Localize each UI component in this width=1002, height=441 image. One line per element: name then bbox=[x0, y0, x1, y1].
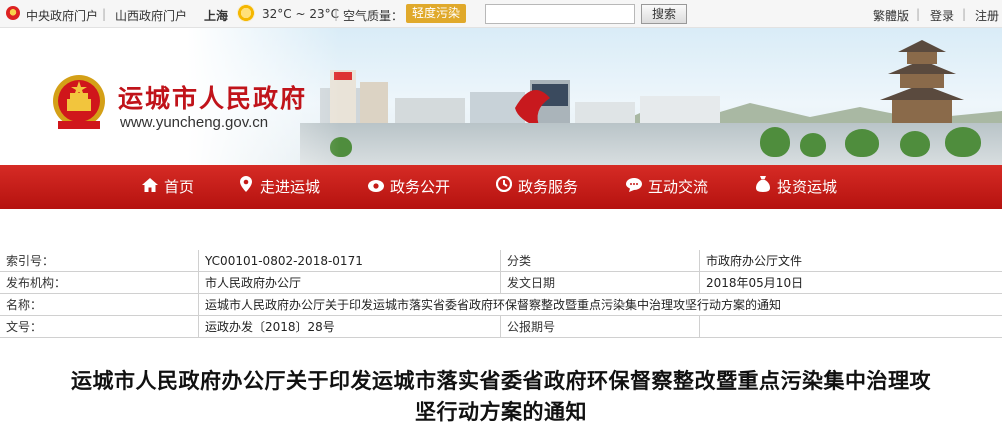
main-navigation: 首页 走进运城 政务公开 政务服务 互动交流 投资运城 bbox=[0, 165, 1002, 209]
publisher-label: 发布机构： bbox=[6, 276, 67, 290]
national-emblem-logo bbox=[53, 75, 105, 129]
service-icon bbox=[495, 166, 513, 210]
publisher-value: 市人民政府办公厅 bbox=[205, 276, 302, 290]
article-title: 运城市人民政府办公厅关于印发运城市落实省委省政府环保督察整改暨重点污染集中治理攻… bbox=[8, 366, 994, 428]
divider: | bbox=[916, 7, 921, 21]
nav-item-label: 走进运城 bbox=[260, 178, 321, 196]
nav-item-invest-yuncheng[interactable]: 投资运城 bbox=[755, 165, 837, 209]
document-metadata-table: 索引号： YC00101-0802-2018-0171 分类 市政府办公厅文件 … bbox=[0, 250, 1002, 338]
header-banner: 运城市人民政府 www.yuncheng.gov.cn bbox=[0, 28, 1002, 165]
search-button[interactable]: 搜索 bbox=[641, 4, 687, 24]
tree bbox=[945, 127, 981, 157]
article-title-line-2: 坚行动方案的通知 bbox=[415, 400, 587, 424]
document-number-value: 运政办发〔2018〕28号 bbox=[205, 320, 335, 334]
document-number-label: 文号： bbox=[6, 320, 43, 334]
login-link[interactable]: 登录 bbox=[930, 7, 954, 24]
nav-item-label: 互动交流 bbox=[648, 178, 709, 196]
search-input[interactable] bbox=[485, 4, 635, 24]
category-value: 市政府办公厅文件 bbox=[706, 254, 803, 268]
traditional-chinese-link[interactable]: 繁體版 bbox=[873, 7, 909, 24]
nav-item-label: 首页 bbox=[164, 178, 195, 196]
shanxi-gov-portal-link[interactable]: 山西政府门户 bbox=[115, 7, 187, 24]
tree bbox=[760, 127, 790, 157]
table-row: 名称： 运城市人民政府办公厅关于印发运城市落实省委省政府环保督察整改暨重点污染集… bbox=[0, 294, 1002, 316]
nav-item-gov-services[interactable]: 政务服务 bbox=[495, 165, 579, 210]
sun-icon bbox=[237, 4, 255, 22]
air-quality-badge: 轻度污染 bbox=[406, 4, 466, 23]
nav-item-about-yuncheng[interactable]: 走进运城 bbox=[238, 165, 320, 209]
index-number-label: 索引号： bbox=[6, 254, 55, 268]
index-number-value: YC00101-0802-2018-0171 bbox=[205, 254, 363, 268]
site-url: www.yuncheng.gov.cn bbox=[120, 114, 269, 131]
money-bag-icon bbox=[755, 166, 771, 210]
divider: | bbox=[334, 7, 339, 21]
table-row: 发布机构： 市人民政府办公厅 发文日期 2018年05月10日 bbox=[0, 272, 1002, 294]
divider: | bbox=[102, 7, 107, 21]
nav-item-label: 政务公开 bbox=[390, 178, 451, 196]
central-gov-portal-link[interactable]: 中央政府门户 bbox=[26, 7, 98, 24]
bulletin-issue-value bbox=[706, 316, 996, 338]
issue-date-value: 2018年05月10日 bbox=[706, 276, 804, 290]
weather-city: 上海 bbox=[204, 9, 229, 23]
location-pin-icon bbox=[238, 166, 254, 210]
category-label: 分类 bbox=[507, 254, 532, 268]
article-title-line-1: 运城市人民政府办公厅关于印发运城市落实省委省政府环保督察整改暨重点污染集中治理攻 bbox=[71, 369, 931, 393]
tree bbox=[845, 129, 879, 157]
national-emblem-icon bbox=[6, 6, 20, 20]
chat-bubble-icon bbox=[626, 166, 642, 210]
plaza-ground bbox=[300, 123, 1002, 165]
top-utility-bar: 中央政府门户 | 山西政府门户 上海 32°C ~ 23°C | 空气质量： 轻… bbox=[0, 0, 1002, 28]
eye-icon bbox=[368, 166, 384, 210]
site-title[interactable]: 运城市人民政府 bbox=[118, 79, 307, 115]
document-name-value: 运城市人民政府办公厅关于印发运城市落实省委省政府环保督察整改暨重点污染集中治理攻… bbox=[205, 298, 782, 312]
nav-item-home[interactable]: 首页 bbox=[142, 165, 194, 209]
nav-item-interaction[interactable]: 互动交流 bbox=[626, 165, 708, 209]
air-quality-label: 空气质量： bbox=[343, 9, 404, 23]
issue-date-label: 发文日期 bbox=[507, 276, 556, 290]
register-link[interactable]: 注册 bbox=[975, 7, 999, 24]
table-row: 文号： 运政办发〔2018〕28号 公报期号 bbox=[0, 316, 1002, 338]
tree bbox=[900, 131, 930, 157]
document-name-label: 名称： bbox=[6, 298, 43, 312]
nav-item-label: 投资运城 bbox=[777, 178, 838, 196]
nav-item-label: 政务服务 bbox=[518, 178, 579, 196]
bulletin-issue-label: 公报期号 bbox=[507, 320, 556, 334]
temperature-text: 32°C ~ 23°C bbox=[262, 7, 339, 21]
nav-item-gov-affairs-disclosure[interactable]: 政务公开 bbox=[368, 165, 450, 209]
divider: | bbox=[962, 7, 967, 21]
home-icon bbox=[142, 166, 158, 210]
tree bbox=[800, 133, 826, 157]
table-row: 索引号： YC00101-0802-2018-0171 分类 市政府办公厅文件 bbox=[0, 250, 1002, 272]
